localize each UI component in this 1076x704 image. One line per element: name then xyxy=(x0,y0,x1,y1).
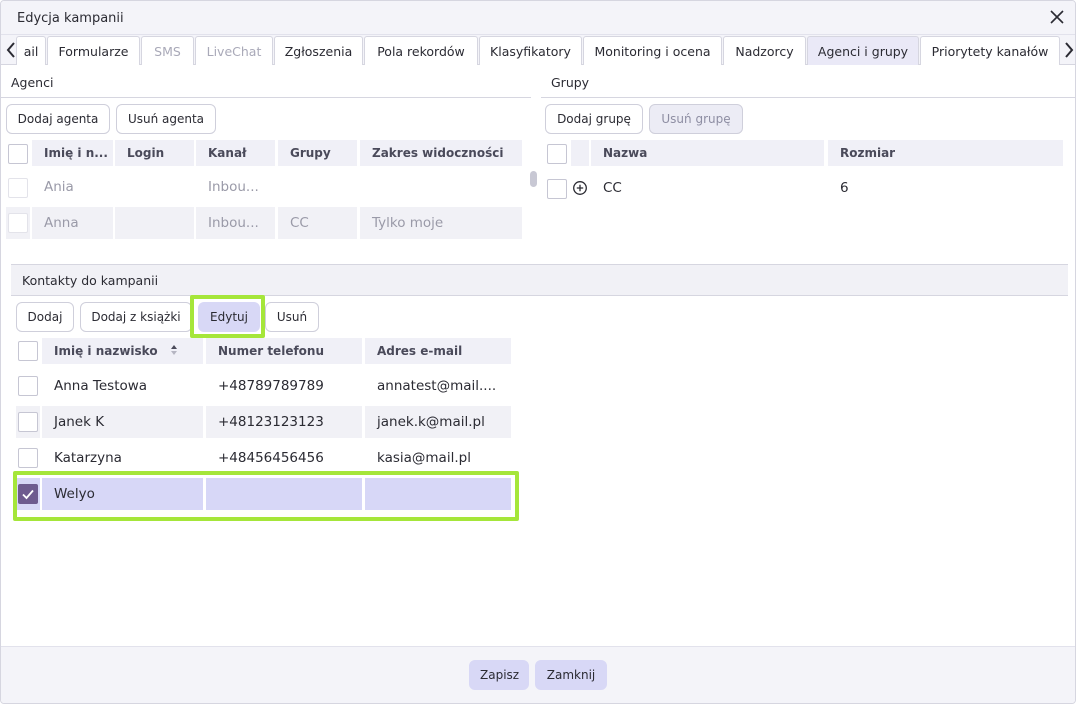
agent-name-cell[interactable]: Anna xyxy=(32,207,113,239)
contacts-col-name-label: Imię i nazwisko xyxy=(54,344,158,358)
agent-login-cell[interactable] xyxy=(115,207,194,239)
tab-channel-priorities[interactable]: Priorytety kanałów xyxy=(920,36,1060,65)
remove-group-button[interactable]: Usuń grupę xyxy=(649,104,743,134)
add-contact-button[interactable]: Dodaj xyxy=(16,302,74,332)
close-button[interactable]: Zamknij xyxy=(535,660,607,690)
tab-supervisors[interactable]: Nadzorcy xyxy=(723,36,806,65)
agent-groups-cell[interactable]: CC xyxy=(278,207,357,239)
tab-livechat[interactable]: LiveChat xyxy=(195,36,273,65)
groups-col-expand xyxy=(571,140,589,166)
add-agent-button[interactable]: Dodaj agenta xyxy=(6,104,110,134)
contact-name-cell[interactable]: Janek K xyxy=(42,406,203,438)
contact-row-checkbox-checked[interactable] xyxy=(18,484,38,504)
agents-col-scope[interactable]: Zakres widoczności xyxy=(360,140,522,166)
agent-channel-cell[interactable]: Inbou... xyxy=(196,171,275,203)
agent-login-cell[interactable] xyxy=(115,171,194,203)
tab-agents-groups[interactable]: Agenci i grupy xyxy=(807,36,919,65)
save-button[interactable]: Zapisz xyxy=(469,660,529,690)
tab-classifiers[interactable]: Klasyfikatory xyxy=(479,36,582,65)
groups-select-all-checkbox[interactable] xyxy=(547,144,567,164)
contact-row-checkbox[interactable] xyxy=(18,376,38,396)
agents-divider xyxy=(1,97,531,98)
tab-bar: ail Formularze SMS LiveChat Zgłoszenia P… xyxy=(1,35,1075,65)
sort-icon[interactable] xyxy=(170,344,178,356)
agents-select-all-checkbox[interactable] xyxy=(8,144,28,164)
agent-channel-cell[interactable]: Inbou... xyxy=(196,207,275,239)
dialog-footer: Zapisz Zamknij xyxy=(1,646,1075,703)
chevron-right-icon[interactable] xyxy=(1062,40,1076,60)
contact-phone-cell[interactable] xyxy=(206,478,362,510)
agents-title: Agenci xyxy=(11,75,54,90)
groups-divider xyxy=(541,97,1075,98)
agents-scrollbar[interactable] xyxy=(530,171,537,187)
campaign-edit-dialog: Edycja kampanii ail Formularze SMS LiveC… xyxy=(0,0,1076,704)
contact-email-cell[interactable]: annatest@mail.... xyxy=(365,370,511,402)
groups-title: Grupy xyxy=(551,75,590,90)
tab-monitoring[interactable]: Monitoring i ocena xyxy=(583,36,722,65)
remove-contact-button[interactable]: Usuń xyxy=(265,302,319,332)
agents-col-channel[interactable]: Kanał xyxy=(196,140,275,166)
groups-col-name[interactable]: Nazwa xyxy=(591,140,824,166)
contact-email-cell[interactable] xyxy=(365,478,511,510)
edit-contact-button[interactable]: Edytuj xyxy=(198,302,260,332)
contacts-header-bar xyxy=(11,264,1068,296)
agent-name-cell[interactable]: Ania xyxy=(32,171,113,203)
group-name-cell[interactable]: CC xyxy=(591,172,824,204)
contacts-col-name[interactable]: Imię i nazwisko xyxy=(42,338,203,364)
contact-name-cell[interactable]: Anna Testowa xyxy=(42,370,203,402)
agents-col-login[interactable]: Login xyxy=(115,140,194,166)
contact-email-cell[interactable]: janek.k@mail.pl xyxy=(365,406,511,438)
agent-row-checkbox[interactable] xyxy=(8,178,28,198)
contact-phone-cell[interactable]: +48789789789 xyxy=(206,370,362,402)
add-from-book-button[interactable]: Dodaj z książki xyxy=(80,302,192,332)
add-group-button[interactable]: Dodaj grupę xyxy=(545,104,643,134)
dialog-title: Edycja kampanii xyxy=(17,11,124,26)
contacts-title: Kontakty do kampanii xyxy=(22,273,159,288)
contact-name-cell[interactable]: Welyo xyxy=(42,478,203,510)
group-row-checkbox[interactable] xyxy=(547,179,567,199)
agents-col-name[interactable]: Imię i n... xyxy=(32,140,113,166)
check-icon xyxy=(22,489,34,500)
contact-name-cell[interactable]: Katarzyna xyxy=(42,442,203,474)
contacts-select-all-checkbox[interactable] xyxy=(18,341,38,361)
agent-scope-cell[interactable]: Tylko moje xyxy=(360,207,522,239)
agent-row-checkbox[interactable] xyxy=(8,213,28,233)
agent-groups-cell[interactable] xyxy=(278,171,357,203)
contact-phone-cell[interactable]: +48123123123 xyxy=(206,406,362,438)
agent-scope-cell[interactable] xyxy=(360,171,522,203)
groups-col-size[interactable]: Rozmiar xyxy=(828,140,1063,166)
close-icon[interactable] xyxy=(1047,7,1067,27)
tab-record-fields[interactable]: Pola rekordów xyxy=(364,36,478,65)
contacts-col-email[interactable]: Adres e-mail xyxy=(365,338,511,364)
group-size-cell[interactable]: 6 xyxy=(828,172,1063,204)
contact-phone-cell[interactable]: +48456456456 xyxy=(206,442,362,474)
contact-email-cell[interactable]: kasia@mail.pl xyxy=(365,442,511,474)
tab-tickets[interactable]: Zgłoszenia xyxy=(274,36,363,65)
contact-row-checkbox[interactable] xyxy=(18,412,38,432)
title-bar: Edycja kampanii xyxy=(1,1,1075,35)
tab-mail[interactable]: ail xyxy=(16,36,46,65)
contacts-col-phone[interactable]: Numer telefonu xyxy=(206,338,362,364)
contact-row-checkbox[interactable] xyxy=(18,448,38,468)
plus-circle-icon[interactable] xyxy=(572,180,588,196)
agents-col-groups[interactable]: Grupy xyxy=(278,140,357,166)
remove-agent-button[interactable]: Usuń agenta xyxy=(116,104,216,134)
tab-sms[interactable]: SMS xyxy=(141,36,194,65)
tab-forms[interactable]: Formularze xyxy=(47,36,140,65)
